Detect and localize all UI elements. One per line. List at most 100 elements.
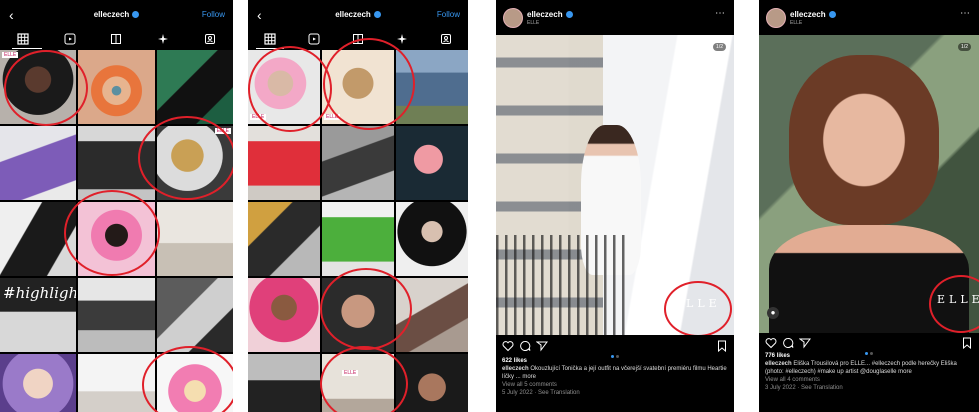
reels-tab-icon[interactable] <box>64 33 76 45</box>
likes-count[interactable]: 776 likes <box>765 352 973 360</box>
post-subtitle: ELLE <box>790 20 803 26</box>
elle-tag-icon: ELLE <box>214 128 231 134</box>
verified-badge-icon <box>373 11 381 19</box>
elle-tag-icon: ELLE <box>342 370 359 376</box>
grid-post[interactable] <box>0 354 77 412</box>
grid-post[interactable]: ELLE <box>322 50 394 124</box>
verified-badge-icon <box>828 11 836 19</box>
effects-tab-icon[interactable] <box>396 33 408 45</box>
profile-grid-panel-2: ‹ elleczech Follow ELLE ELLE ELLE <box>248 0 468 412</box>
grid-post[interactable] <box>0 202 77 276</box>
reels-tab-icon[interactable] <box>308 33 320 45</box>
post-photo[interactable]: 1/2 ● ELLE <box>759 35 979 333</box>
photo-balcony <box>496 235 626 335</box>
profile-username: elleczech <box>248 6 468 24</box>
post-caption: elleczech Okouzlující Tonička a její out… <box>502 365 728 381</box>
caption-username[interactable]: elleczech <box>765 361 792 367</box>
share-icon[interactable] <box>536 340 548 352</box>
view-comments-link[interactable]: View all 4 comments <box>765 376 973 384</box>
profile-tabs <box>248 31 468 47</box>
post-panel-1: elleczech ELLE ⋯ 1/2 ELLE 622 likes elle… <box>496 0 734 412</box>
verified-badge-icon <box>132 11 140 19</box>
grid-post[interactable] <box>396 278 468 352</box>
grid-post[interactable]: #highlights <box>0 278 77 352</box>
like-heart-icon[interactable] <box>502 340 514 352</box>
carousel-counter: 1/2 <box>958 43 971 51</box>
grid-post[interactable]: ELLE <box>248 50 320 124</box>
grid-post[interactable] <box>0 126 77 200</box>
post-actions <box>765 337 973 355</box>
tagged-tab-icon[interactable] <box>440 33 452 45</box>
avatar[interactable] <box>766 8 786 28</box>
caption-username[interactable]: elleczech <box>502 366 529 372</box>
bookmark-icon[interactable] <box>961 337 973 349</box>
grid-post[interactable] <box>396 354 468 412</box>
grid-post[interactable] <box>156 202 233 276</box>
grid-post[interactable] <box>78 50 155 124</box>
caption-text: Okouzlující Tonička a její outfit na vče… <box>502 366 727 380</box>
photo-face <box>789 55 939 225</box>
grid-post[interactable] <box>322 126 394 200</box>
grid-post[interactable] <box>248 126 320 200</box>
grid-post[interactable] <box>248 354 320 412</box>
grid-post[interactable] <box>78 202 155 276</box>
profile-tabs <box>0 31 233 47</box>
grid-post[interactable] <box>248 278 320 352</box>
grid-post[interactable] <box>78 278 155 352</box>
likes-count[interactable]: 622 likes <box>502 357 728 365</box>
grid-post[interactable]: ELLE <box>156 126 233 200</box>
more-options-icon[interactable]: ⋯ <box>960 8 971 19</box>
grid-post[interactable] <box>78 126 155 200</box>
post-grid: ELLE ELLE #highlights <box>0 50 233 412</box>
avatar[interactable] <box>503 8 523 28</box>
elle-tag-icon: ELLE <box>2 52 19 58</box>
grid-post[interactable] <box>156 278 233 352</box>
grid-post[interactable] <box>78 354 155 412</box>
more-options-icon[interactable]: ⋯ <box>715 8 726 19</box>
grid-tab-icon[interactable] <box>17 33 29 45</box>
post-header: elleczech ELLE ⋯ <box>496 0 734 34</box>
grid-post[interactable]: ELLE <box>0 50 77 124</box>
profile-header: ‹ elleczech Follow <box>248 6 468 24</box>
comment-icon[interactable] <box>519 340 531 352</box>
post-username[interactable]: elleczech <box>790 10 836 19</box>
grid-post[interactable]: ELLE <box>322 354 394 412</box>
elle-tag-icon: ELLE <box>324 114 341 120</box>
grid-post[interactable] <box>156 354 233 412</box>
like-heart-icon[interactable] <box>765 337 777 349</box>
elle-logo: ELLE <box>674 297 721 310</box>
elle-tag-icon: ELLE <box>250 114 267 120</box>
tagged-user-icon[interactable]: ● <box>767 307 779 319</box>
post-actions <box>502 340 728 358</box>
post-photo[interactable]: 1/2 ELLE <box>496 35 734 335</box>
profile-header: ‹ elleczech Follow <box>0 6 233 24</box>
post-date: 3 July 2022 · See Translation <box>765 385 843 391</box>
post-caption-area: 622 likes elleczech Okouzlující Tonička … <box>502 357 728 397</box>
grid-post[interactable] <box>248 202 320 276</box>
post-caption: elleczech Eliška Trousilová pro ELLE... … <box>765 360 973 376</box>
follow-button[interactable]: Follow <box>202 6 225 24</box>
highlights-text: #highlights <box>3 284 76 302</box>
grid-post[interactable] <box>156 50 233 124</box>
carousel-counter: 1/2 <box>713 43 726 51</box>
grid-post[interactable] <box>322 202 394 276</box>
grid-post[interactable] <box>396 50 468 124</box>
tagged-tab-icon[interactable] <box>204 33 216 45</box>
post-subtitle: ELLE <box>527 20 540 26</box>
guides-tab-icon[interactable] <box>110 33 122 45</box>
view-comments-link[interactable]: View all 5 comments <box>502 381 728 389</box>
profile-grid-panel-1: ‹ elleczech Follow ELLE ELLE #highlights <box>0 0 233 412</box>
grid-tab-icon[interactable] <box>264 33 276 45</box>
bookmark-icon[interactable] <box>716 340 728 352</box>
effects-tab-icon[interactable] <box>157 33 169 45</box>
grid-post[interactable] <box>396 202 468 276</box>
grid-post[interactable] <box>396 126 468 200</box>
comment-icon[interactable] <box>782 337 794 349</box>
guides-tab-icon[interactable] <box>352 33 364 45</box>
share-icon[interactable] <box>799 337 811 349</box>
elle-logo: ELLE <box>937 293 979 306</box>
active-tab-indicator <box>12 48 42 49</box>
grid-post[interactable] <box>322 278 394 352</box>
follow-button[interactable]: Follow <box>437 6 460 24</box>
post-username[interactable]: elleczech <box>527 10 573 19</box>
